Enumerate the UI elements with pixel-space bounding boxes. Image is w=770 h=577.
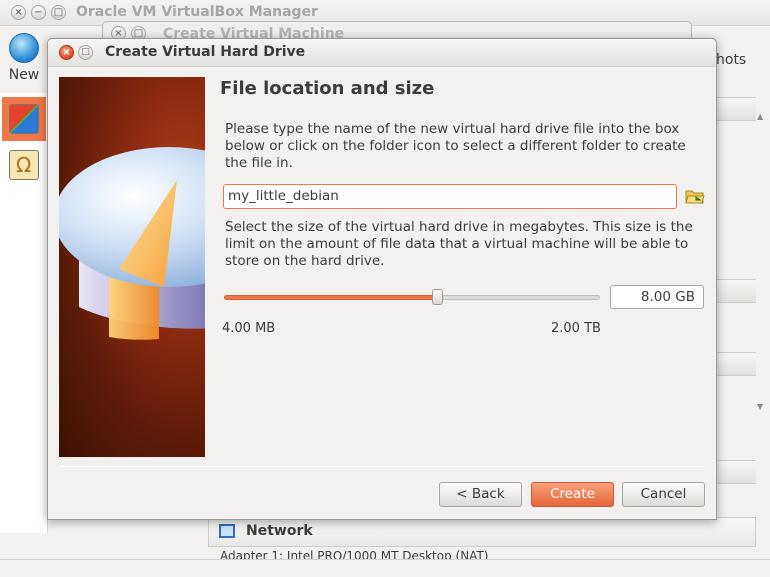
network-section-header: Network [208, 517, 756, 547]
new-vm-button[interactable]: New [4, 33, 44, 83]
details-section-header [716, 352, 756, 376]
button-separator [59, 466, 704, 467]
dialog-title: Create Virtual Hard Drive [105, 44, 306, 60]
details-section-header [716, 460, 756, 484]
close-icon[interactable]: × [11, 5, 26, 20]
minimize-icon[interactable]: − [31, 5, 46, 20]
location-description: Please type the name of the new virtual … [225, 121, 686, 171]
pen-vm-icon [9, 150, 39, 180]
manager-title: Oracle VM VirtualBox Manager [76, 4, 318, 20]
size-input[interactable]: 8.00 GB [610, 285, 704, 309]
network-section-title: Network [246, 523, 313, 539]
create-hard-drive-dialog: × □ Create Virtual Hard Drive File locat… [47, 38, 717, 520]
new-vm-icon [9, 33, 39, 63]
min-size-label: 4.00 MB [222, 321, 276, 336]
file-name-input[interactable]: my_little_debian [223, 184, 677, 209]
manager-statusbar [0, 559, 770, 577]
create-button[interactable]: Create [531, 482, 614, 507]
windows-vm-icon [9, 104, 39, 134]
choose-folder-button[interactable] [685, 187, 705, 205]
slider-fill [224, 295, 438, 300]
details-section-header [716, 279, 756, 303]
vm-list-item[interactable] [2, 143, 46, 187]
dialog-titlebar: × □ Create Virtual Hard Drive [48, 39, 716, 67]
wizard-side-image [59, 77, 205, 457]
slider-handle[interactable] [432, 289, 443, 305]
snapshots-tab-label[interactable]: hots [716, 52, 746, 68]
details-section-header [716, 97, 756, 121]
vm-list [0, 93, 48, 533]
maximize-icon[interactable]: □ [51, 5, 66, 20]
close-icon[interactable]: × [59, 45, 74, 60]
scroll-up-icon[interactable]: ▲ [757, 112, 763, 121]
hard-disk-illustration [59, 147, 205, 340]
page-heading: File location and size [220, 78, 435, 99]
max-size-label: 2.00 TB [551, 321, 601, 336]
back-button[interactable]: < Back [439, 482, 522, 507]
network-adapter-text: Adapter 1: Intel PRO/1000 MT Desktop (NA… [220, 549, 489, 559]
size-description: Select the size of the virtual hard driv… [225, 219, 693, 269]
new-vm-label: New [8, 67, 40, 83]
maximize-icon[interactable]: □ [78, 45, 93, 60]
scroll-down-icon[interactable]: ▼ [757, 402, 763, 411]
cancel-button[interactable]: Cancel [622, 482, 705, 507]
size-slider[interactable] [224, 289, 602, 305]
vm-list-item[interactable] [2, 97, 46, 141]
folder-icon [685, 190, 705, 204]
network-icon [219, 524, 235, 538]
details-panel-edge [716, 93, 770, 533]
